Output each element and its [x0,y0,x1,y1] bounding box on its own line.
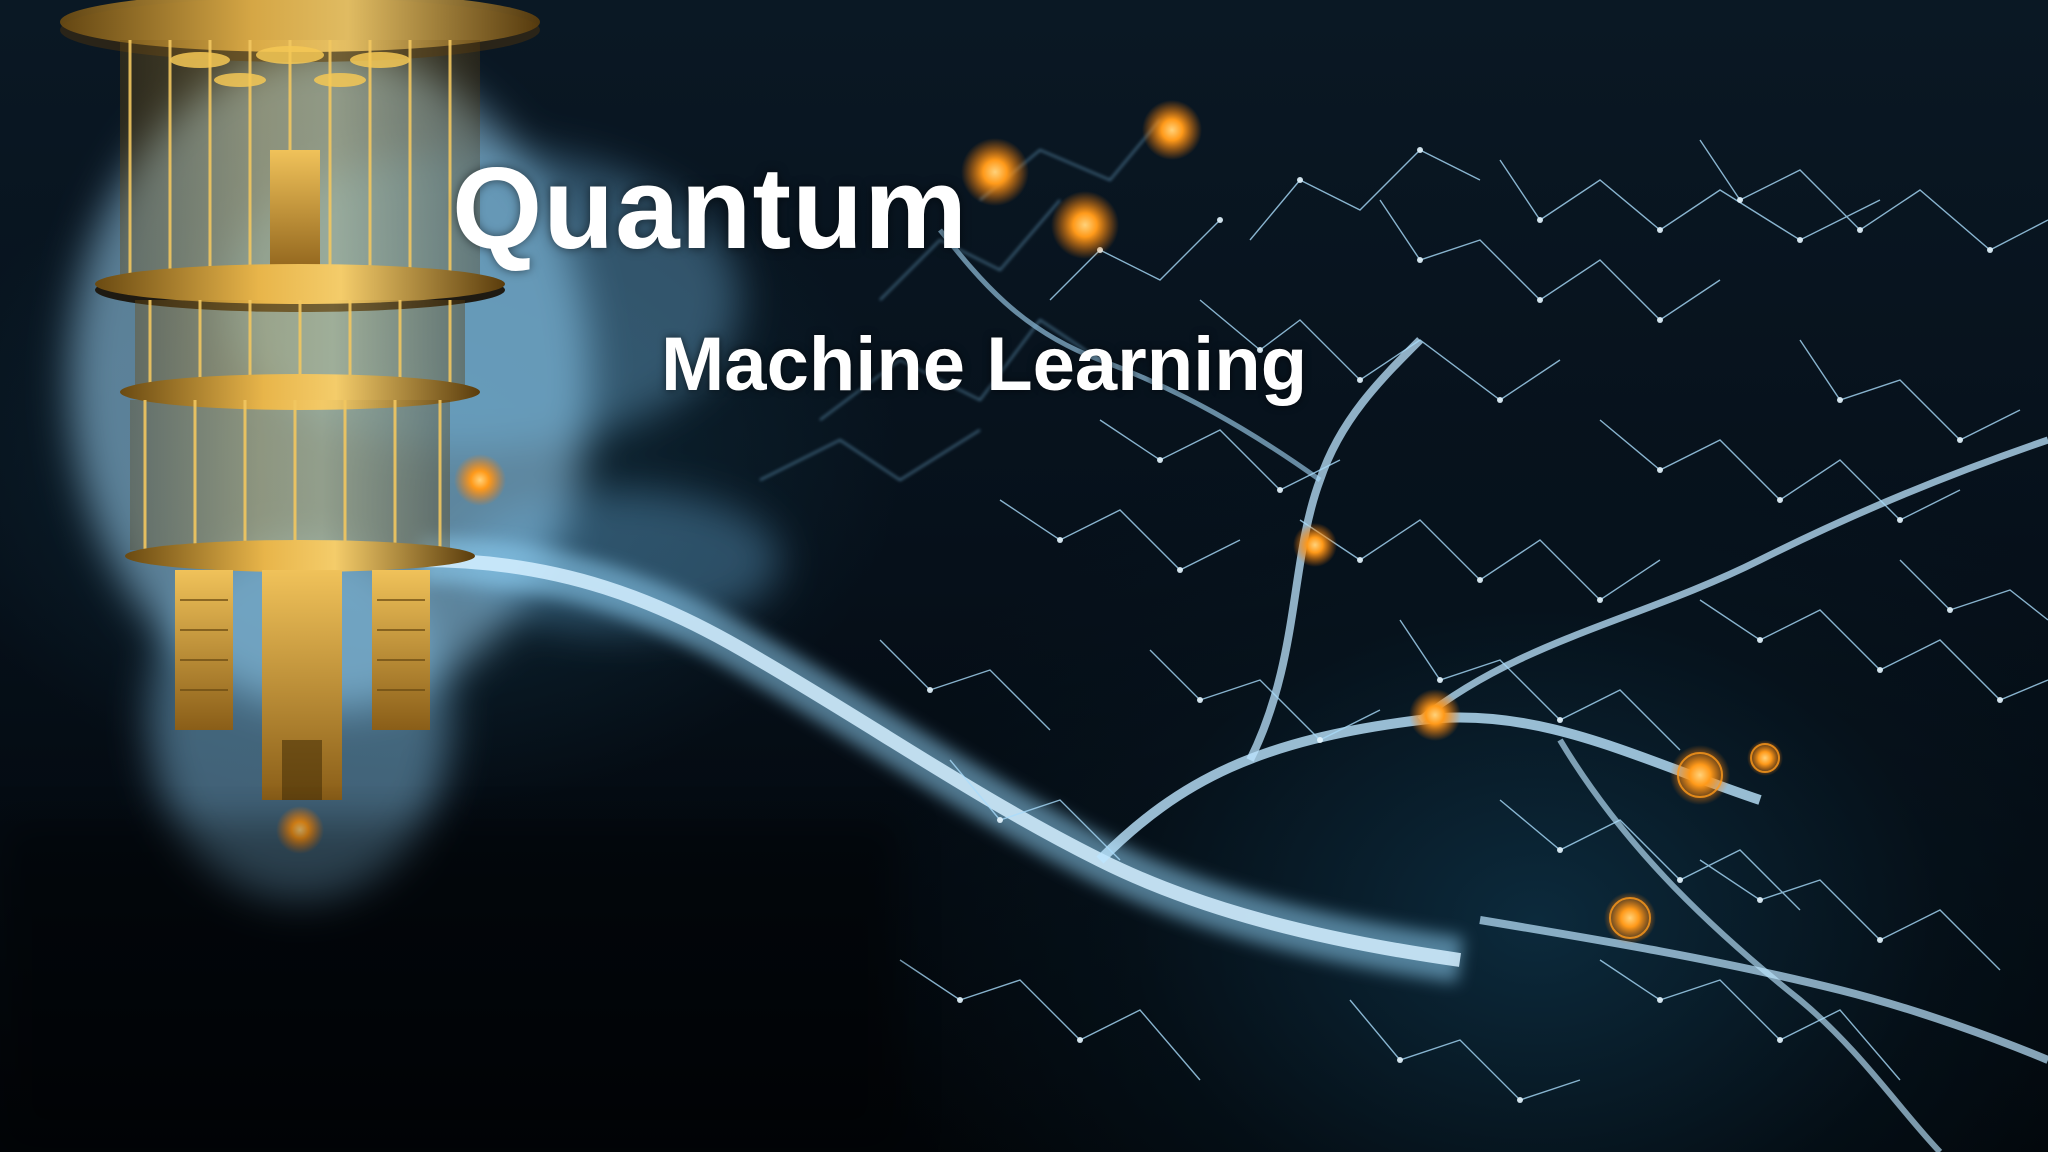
background-art [0,0,2048,1152]
title-quantum: Quantum [452,143,969,273]
subtitle-machine-learning: Machine Learning [661,322,1308,407]
hero-image: Quantum Machine Learning [0,0,2048,1152]
dendrite-network [879,139,2048,1101]
dendrite-tips [927,147,2003,1103]
